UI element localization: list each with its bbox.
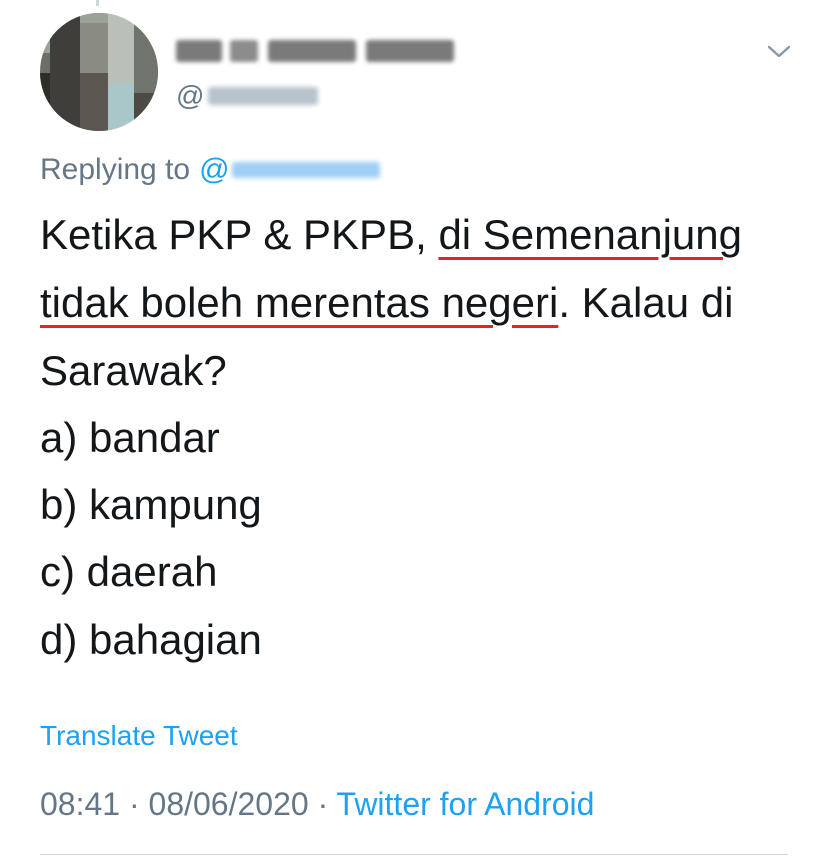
tweet-text-segment: Ketika PKP & PKPB, xyxy=(40,211,439,258)
replying-to: Replying to @ xyxy=(40,150,380,190)
handle-prefix: @ xyxy=(176,80,205,111)
tweet-text-line-2: tidak boleh merentas negeri. Kalau di xyxy=(40,278,733,328)
option-b: b) kampung xyxy=(40,481,262,528)
avatar[interactable] xyxy=(40,13,158,131)
tweet-meta: 08:41 · 08/06/2020 · Twitter for Android xyxy=(40,786,594,823)
handle-redacted xyxy=(208,87,319,105)
option-c: c) daerah xyxy=(40,548,218,595)
tweet-text-segment: . Kalau di xyxy=(558,279,734,326)
tweet-text-line-3: Sarawak? xyxy=(40,347,227,394)
option-a: a) bandar xyxy=(40,414,220,461)
meta-separator: · xyxy=(317,786,329,822)
option-d: d) bahagian xyxy=(40,616,262,663)
tweet-date[interactable]: 08/06/2020 xyxy=(149,786,309,822)
meta-separator: · xyxy=(128,786,140,822)
user-handle[interactable]: @ xyxy=(176,80,319,112)
chevron-down-icon[interactable] xyxy=(764,38,794,64)
thread-connector xyxy=(96,0,99,6)
tweet-text-underlined: di Semenanjung xyxy=(438,211,742,258)
replying-handle-redacted[interactable] xyxy=(231,162,380,178)
translate-tweet-link[interactable]: Translate Tweet xyxy=(40,720,238,752)
tweet-source-link[interactable]: Twitter for Android xyxy=(337,786,595,822)
tweet-detail: @ Replying to @ Ketika PKP & PKPB, di Se… xyxy=(0,0,828,857)
display-name-redacted[interactable] xyxy=(176,36,454,66)
divider xyxy=(40,854,788,855)
tweet-time[interactable]: 08:41 xyxy=(40,786,120,822)
tweet-text-underlined: tidak boleh merentas negeri xyxy=(40,279,559,326)
tweet-text-line-1: Ketika PKP & PKPB, di Semenanjung xyxy=(40,210,742,260)
replying-mention[interactable]: @ xyxy=(199,153,229,187)
replying-label: Replying to xyxy=(40,153,191,186)
